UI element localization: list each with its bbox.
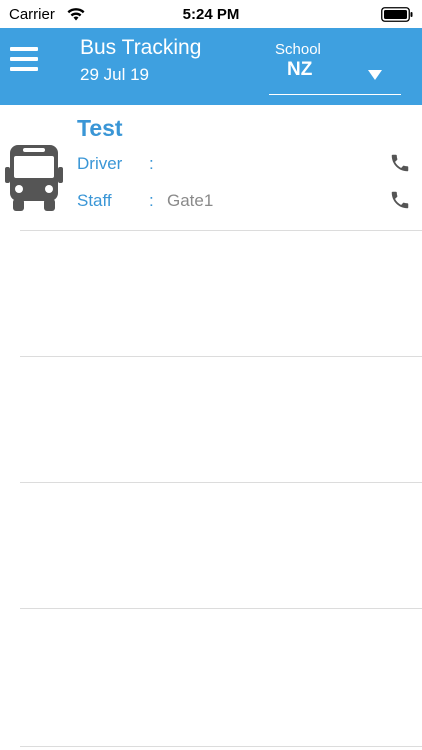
bus-list: Test Driver : Staff : Gate1 <box>0 105 422 609</box>
staff-value: Gate1 <box>167 191 214 210</box>
app-header: Bus Tracking 29 Jul 19 School NZ <box>0 28 422 105</box>
row-divider <box>20 746 422 747</box>
chevron-down-icon[interactable] <box>368 70 382 80</box>
staff-separator: : <box>149 191 154 210</box>
driver-line: Driver : <box>77 154 422 176</box>
staff-line: Staff : Gate1 <box>77 191 422 213</box>
battery-icon <box>381 7 413 22</box>
status-time: 5:24 PM <box>182 6 240 23</box>
menu-icon[interactable] <box>10 47 38 75</box>
page-title: Bus Tracking <box>80 36 202 59</box>
driver-separator: : <box>149 154 154 173</box>
empty-row <box>0 357 422 483</box>
school-dropdown[interactable]: School NZ <box>269 38 401 95</box>
phone-icon[interactable] <box>389 152 411 174</box>
list-item[interactable]: Test Driver : Staff : Gate1 <box>0 105 422 231</box>
school-value: NZ <box>287 59 313 80</box>
school-label: School <box>275 41 321 58</box>
driver-label: Driver <box>77 154 123 173</box>
bus-name: Test <box>77 115 123 141</box>
empty-row <box>0 483 422 609</box>
empty-row <box>0 231 422 357</box>
header-date: 29 Jul 19 <box>80 65 149 84</box>
staff-label: Staff <box>77 191 112 210</box>
row-divider <box>20 608 422 609</box>
status-bar: Carrier 5:24 PM <box>0 0 422 28</box>
phone-icon[interactable] <box>389 189 411 211</box>
bus-icon <box>5 145 63 211</box>
